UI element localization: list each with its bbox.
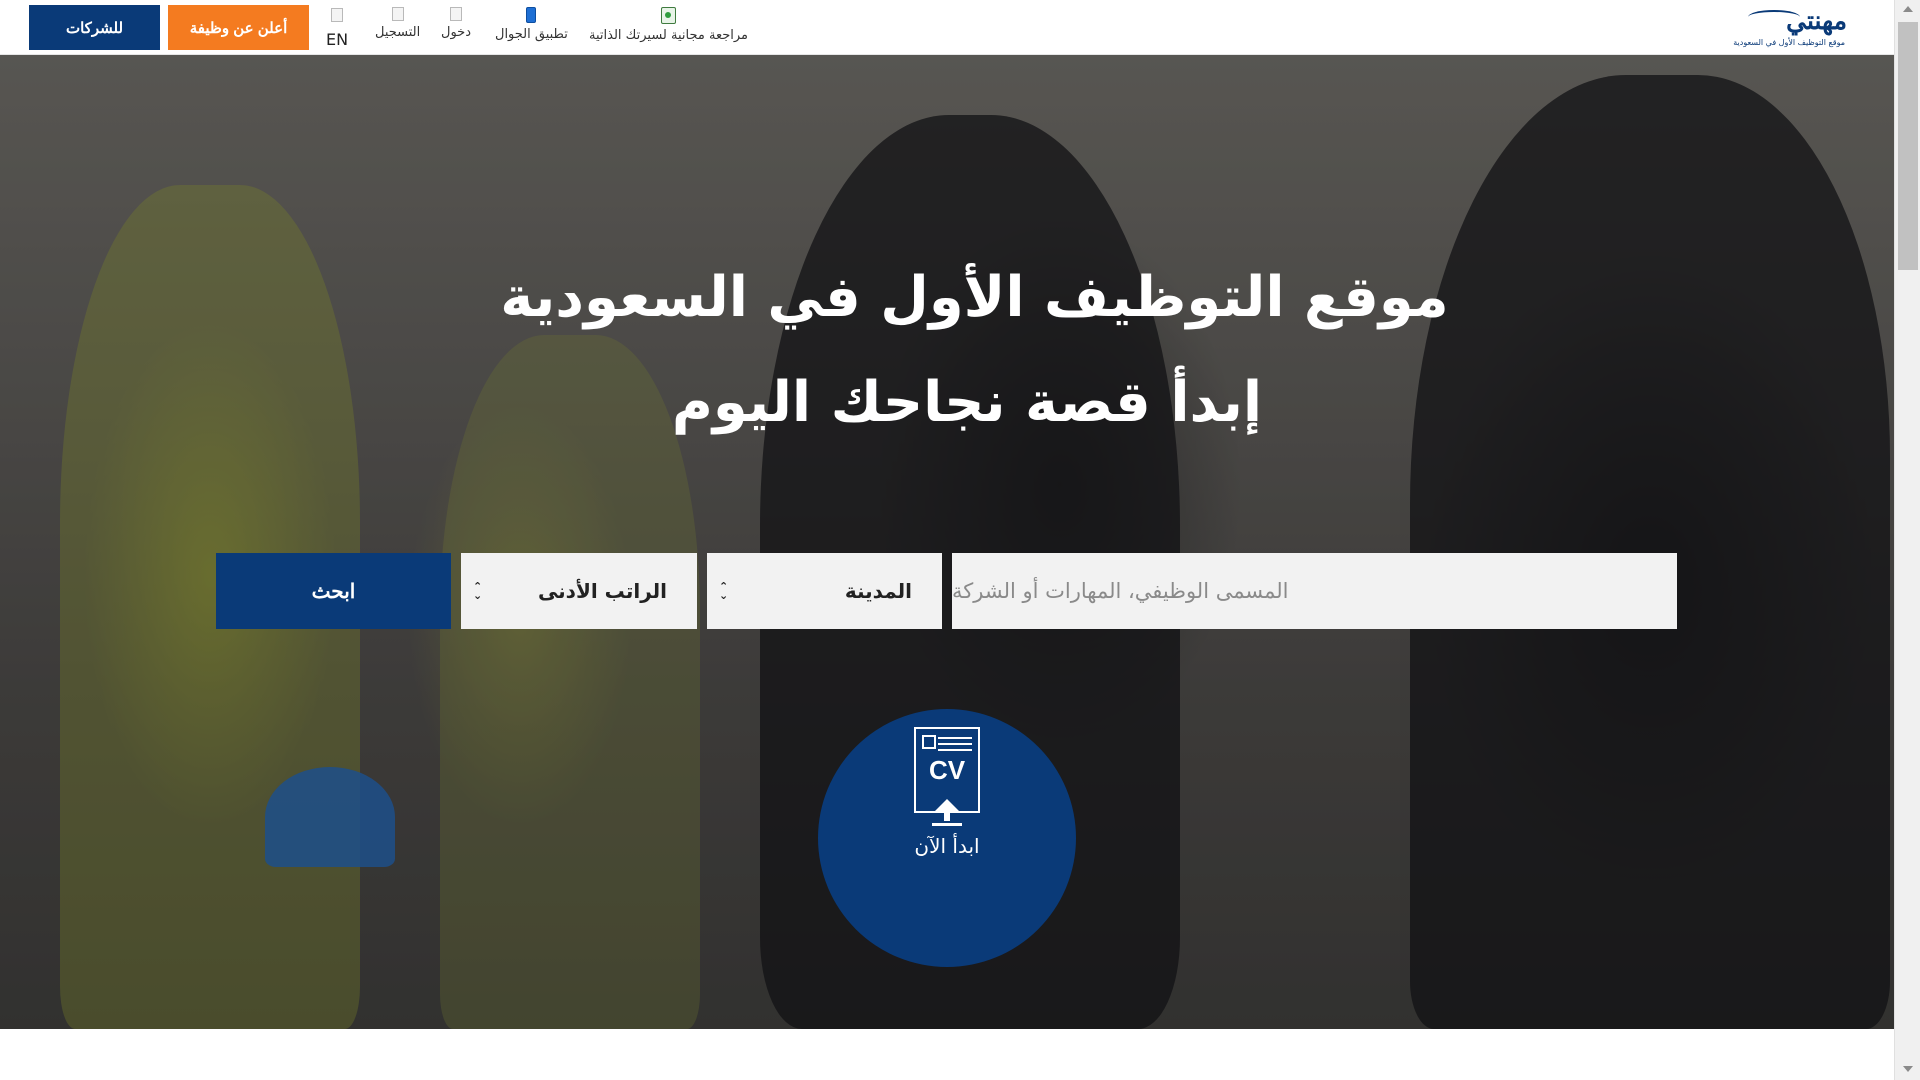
mobile-app-link[interactable]: تطبيق الجوال xyxy=(495,7,568,42)
cv-line-glyph xyxy=(938,743,972,745)
city-select-label: المدينة xyxy=(844,579,912,603)
hero-photo-figure xyxy=(440,335,700,1029)
keyword-search-input[interactable]: المسمى الوظيفي، المهارات أو الشركة xyxy=(952,553,1677,629)
login-icon xyxy=(450,7,462,21)
scroll-down-icon[interactable] xyxy=(1903,1066,1913,1072)
cv-icon-text: CV xyxy=(928,755,966,785)
companies-button[interactable]: للشركات xyxy=(29,5,160,50)
search-button[interactable]: ابحث xyxy=(216,553,451,629)
language-label: EN xyxy=(326,30,349,49)
logo-wordmark: مهنتي xyxy=(1786,6,1847,35)
scroll-thumb[interactable] xyxy=(1898,22,1918,270)
page-scrollbar[interactable] xyxy=(1894,0,1920,1080)
upload-base-line xyxy=(932,823,962,826)
register-link[interactable]: التسجيل xyxy=(375,7,420,40)
hero-subtitle: إبدأ قصة نجاحك اليوم xyxy=(671,370,1263,435)
post-job-button[interactable]: أعلن عن وظيفة xyxy=(168,5,309,50)
login-link[interactable]: دخول xyxy=(441,7,471,40)
page: للشركات أعلن عن وظيفة EN التسجيل دخول تط… xyxy=(0,0,1920,1080)
mobile-app-label: تطبيق الجوال xyxy=(495,27,568,42)
hero-section: موقع التوظيف الأول في السعودية إبدأ قصة … xyxy=(0,55,1894,1029)
hero-photo-figure xyxy=(1410,75,1890,1029)
register-icon xyxy=(391,7,404,21)
upload-arrow-icon xyxy=(935,799,959,811)
logo-tagline: موقع التوظيف الأول في السعودية xyxy=(1733,38,1845,47)
start-now-label: ابدأ الآن xyxy=(914,834,980,858)
cv-review-link[interactable]: مراجعة مجانية لسيرتك الذاتية xyxy=(589,7,748,43)
login-label: دخول xyxy=(441,25,471,40)
hero-photo-helmet xyxy=(265,767,395,867)
language-switch[interactable]: EN xyxy=(326,8,348,49)
cv-line-glyph xyxy=(938,749,972,751)
cv-review-icon xyxy=(661,7,676,24)
select-arrows-icon: ⌃ ⌄ xyxy=(719,580,729,602)
select-arrows-icon: ⌃ ⌄ xyxy=(473,580,483,602)
start-cv-button[interactable]: CV ابدأ الآن xyxy=(818,709,1076,967)
scroll-up-icon[interactable] xyxy=(1903,6,1913,12)
hero-title: موقع التوظيف الأول في السعودية xyxy=(500,265,1449,330)
top-header: للشركات أعلن عن وظيفة EN التسجيل دخول تط… xyxy=(0,0,1894,55)
lang-icon xyxy=(331,8,344,22)
job-search-bar: المسمى الوظيفي، المهارات أو الشركة المدي… xyxy=(0,553,1894,629)
cv-photo-glyph xyxy=(922,735,936,749)
register-label: التسجيل xyxy=(375,25,421,40)
salary-select-label: الراتب الأدنى xyxy=(537,579,667,603)
cv-line-glyph xyxy=(938,737,972,739)
site-logo[interactable]: مهنتي موقع التوظيف الأول في السعودية xyxy=(1712,6,1847,50)
min-salary-select[interactable]: الراتب الأدنى ⌃ ⌄ xyxy=(461,553,697,629)
city-select[interactable]: المدينة ⌃ ⌄ xyxy=(707,553,942,629)
cv-review-label: مراجعة مجانية لسيرتك الذاتية xyxy=(589,28,748,43)
mobile-phone-icon xyxy=(526,7,537,23)
